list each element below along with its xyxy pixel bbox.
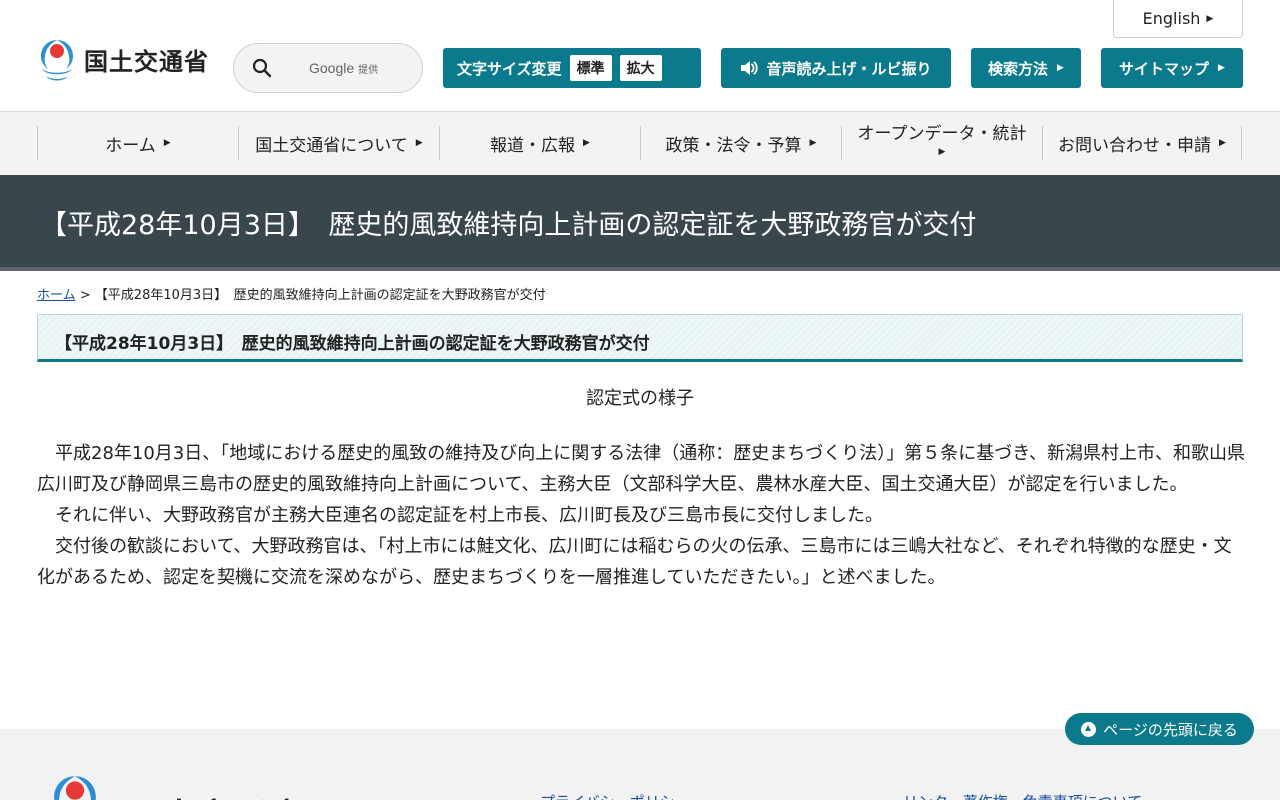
search-howto-button[interactable]: 検索方法 ▶ [971, 48, 1081, 88]
breadcrumb: ホーム > 【平成28年10月3日】 歴史的風致維持向上計画の認定証を大野政務官… [37, 284, 546, 303]
nav-item-label: お問い合わせ・申請 [1058, 135, 1212, 156]
nav-item-label: ホーム [105, 135, 156, 156]
photo-caption: 認定式の様子 [586, 388, 694, 409]
page-top-button[interactable]: ページの先頭に戻る [1065, 713, 1254, 745]
triangle-right-icon: ▶ [809, 138, 817, 148]
breadcrumb-home-link[interactable]: ホーム [37, 288, 76, 303]
mlit-logo-icon [54, 776, 96, 800]
triangle-right-icon: ▶ [415, 138, 423, 148]
speaker-icon [741, 61, 759, 75]
font-size-control: 文字サイズ変更 標準 拡大 [443, 48, 701, 88]
page-title-band: 【平成28年10月3日】 歴史的風致維持向上計画の認定証を大野政務官が交付 [0, 175, 1280, 271]
arrow-up-icon [1081, 721, 1097, 737]
search-howto-label: 検索方法 [988, 59, 1049, 78]
nav-item-contact[interactable]: お問い合わせ・申請 ▶ [1042, 126, 1242, 160]
english-label: English [1142, 9, 1201, 28]
article-heading-box: 【平成28年10月3日】 歴史的風致維持向上計画の認定証を大野政務官が交付 [37, 314, 1243, 362]
sitemap-button[interactable]: サイトマップ ▶ [1101, 48, 1243, 88]
nav-item-home[interactable]: ホーム ▶ [37, 126, 238, 160]
search-provider-suffix: 提供 [358, 65, 379, 76]
article-body: 平成28年10月3日、「地域における歴史的風致の維持及び向上に関する法律（通称：… [37, 438, 1247, 593]
triangle-right-icon: ▶ [583, 138, 590, 148]
triangle-right-icon: ▶ [1057, 63, 1064, 73]
nav-item-press[interactable]: 報道・広報 ▶ [439, 126, 640, 160]
global-nav: ホーム ▶ 国土交通省について ▶ 報道・広報 ▶ 政策・法令・予算 ▶ オープ… [0, 112, 1280, 175]
page-top-label: ページの先頭に戻る [1103, 720, 1238, 739]
font-size-label: 文字サイズ変更 [457, 59, 562, 78]
search-provider-name: Google [309, 60, 355, 76]
sitemap-label: サイトマップ [1119, 59, 1210, 78]
logo-text: 国土交通省 [84, 47, 209, 76]
voice-ruby-button[interactable]: 音声読み上げ・ルビ振り [721, 48, 951, 88]
site-search[interactable]: Google 提供 [233, 43, 423, 93]
nav-item-opendata[interactable]: オープンデータ・統計 ▶ [841, 124, 1042, 160]
footer-logo-text: 国土交通省 [126, 789, 306, 800]
nav-item-label: 政策・法令・予算 [665, 135, 802, 156]
site-header: English ▶ 国土交通省 Google 提供 文字サイズ変更 標準 拡大 音… [0, 0, 1280, 112]
nav-item-label: オープンデータ・統計 [857, 124, 1027, 144]
nav-item-label: 報道・広報 [490, 135, 576, 156]
article-heading: 【平成28年10月3日】 歴史的風致維持向上計画の認定証を大野政務官が交付 [55, 334, 650, 354]
nav-item-label: 国土交通省について [255, 135, 408, 156]
footer-link-privacy[interactable]: プライバシーポリシー [540, 791, 690, 800]
search-icon[interactable] [251, 57, 273, 79]
font-size-standard-button[interactable]: 標準 [569, 55, 612, 81]
triangle-right-icon: ▶ [1219, 138, 1226, 148]
voice-ruby-label: 音声読み上げ・ルビ振り [766, 59, 932, 78]
triangle-right-icon: ▶ [938, 147, 946, 157]
article-paragraph: それに伴い、大野政務官が主務大臣連名の認定証を村上市長、広川町長及び三島市長に交… [55, 505, 883, 526]
footer-logo[interactable]: 国土交通省 [38, 771, 306, 800]
nav-item-policy[interactable]: 政策・法令・予算 ▶ [640, 126, 841, 160]
nav-item-about[interactable]: 国土交通省について ▶ [238, 126, 439, 160]
breadcrumb-current: 【平成28年10月3日】 歴史的風致維持向上計画の認定証を大野政務官が交付 [94, 288, 546, 303]
triangle-right-icon: ▶ [1206, 13, 1214, 24]
mlit-logo-icon [41, 40, 73, 81]
article-paragraph: 平成28年10月3日、「地域における歴史的風致の維持及び向上に関する法律（通称：… [37, 443, 1245, 495]
triangle-right-icon: ▶ [163, 138, 171, 148]
font-size-large-button[interactable]: 拡大 [619, 55, 662, 81]
footer-link-copyright[interactable]: リンク・著作権・免責事項について [903, 791, 1142, 800]
breadcrumb-separator: > [75, 288, 95, 303]
search-provider: Google 提供 [309, 60, 378, 76]
page-title: 【平成28年10月3日】 歴史的風致維持向上計画の認定証を大野政務官が交付 [40, 210, 977, 241]
triangle-right-icon: ▶ [1218, 63, 1225, 73]
site-logo[interactable]: 国土交通省 [36, 36, 209, 82]
article-paragraph: 交付後の歓談において、大野政務官は、「村上市には鮭文化、広川町には稲むらの火の伝… [37, 536, 1232, 588]
english-link[interactable]: English ▶ [1113, 0, 1243, 38]
